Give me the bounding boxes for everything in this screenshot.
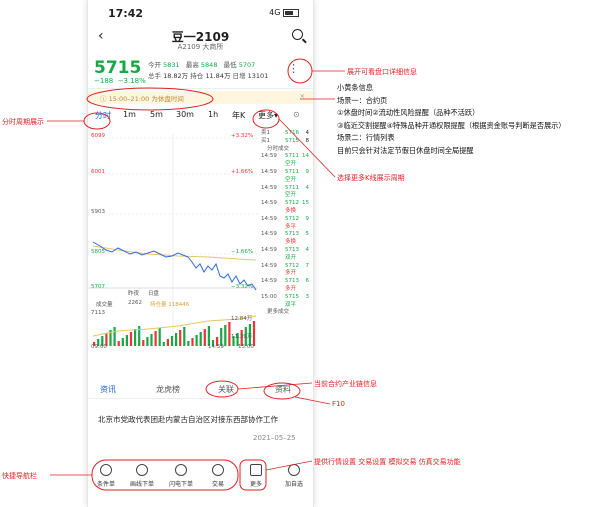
annotation-arrow — [278, 118, 336, 178]
annotation-circle — [83, 112, 111, 130]
annotation-expand: 展开可看盘口详细信息 — [347, 68, 417, 76]
annotation-circle — [205, 380, 239, 398]
annotation-item1: ①休盘时间②流动性风险提醒（品种不活跃） — [337, 108, 480, 117]
annotation-circle — [86, 87, 214, 111]
annotation-scene2: 场景二：行情列表 — [337, 133, 395, 142]
annotation-circle — [287, 58, 313, 84]
annotation-arrow — [294, 396, 331, 405]
annotation-f10: F10 — [332, 400, 345, 408]
annotation-circle — [91, 459, 239, 491]
annotation-period: 分时周期展示 — [2, 118, 44, 126]
annotation-notice: 小黄条信息 场景一：合约页 ①休盘时间②流动性风险提醒（品种不活跃） ③临近交割… — [337, 82, 566, 157]
annotation-item2: ③临近交割提醒④特殊品种开通权限提醒（根据资金账号判断是否展示） — [337, 120, 566, 130]
annotation-scene1: 场景一：合约页 — [337, 95, 388, 105]
annotation-notice-title: 小黄条信息 — [337, 83, 373, 92]
annotation-chain: 当前合约产业链信息 — [314, 380, 377, 388]
annotation-more-k: 选择更多K线展示周期 — [337, 174, 405, 182]
annotation-overlay — [47, 58, 345, 491]
annotation-circle — [239, 459, 267, 491]
annotation-quick-nav: 快捷导航栏 — [2, 472, 37, 480]
annotation-arrow — [265, 460, 313, 471]
annotation-more-func: 提供行情设置 交易设置 模拟交易 仿真交易功能 — [314, 458, 461, 466]
annotation-circle — [252, 109, 280, 129]
annotation-note: 目前只会针对法定节假日休盘时间全局提醒 — [337, 145, 474, 155]
